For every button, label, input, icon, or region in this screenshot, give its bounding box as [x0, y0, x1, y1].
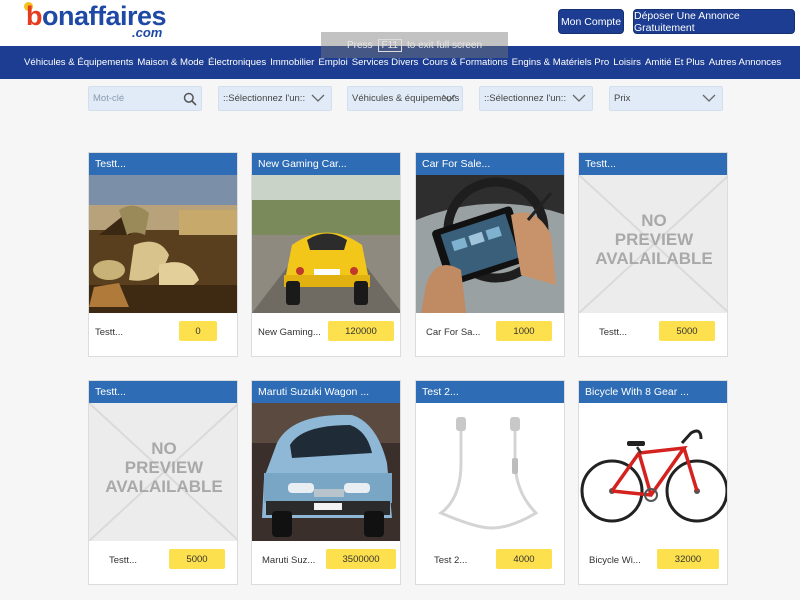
listing-title[interactable]: New Gaming Car... [252, 153, 400, 175]
listing-image[interactable]: NO PREVIEW AVALAILABLE [89, 403, 237, 541]
nav-item-services[interactable]: Services Divers [352, 57, 419, 68]
listing-image[interactable]: NO PREVIEW AVALAILABLE [579, 175, 727, 313]
yellow-sports-car-image [252, 175, 400, 313]
listing-price: 120000 [328, 321, 394, 341]
listing-title[interactable]: Testt... [89, 153, 237, 175]
listing-title[interactable]: Bicycle With 8 Gear ... [579, 381, 727, 403]
logo-initial: b [26, 1, 43, 31]
fullscreen-notice-text: to exit full screen [407, 39, 483, 51]
listing-name[interactable]: Testt... [95, 327, 123, 338]
chevron-down-icon [702, 94, 716, 102]
location-select-value: ::Sélectionnez l'un:: [484, 93, 567, 104]
listing-footer: Bicycle Wi... 32000 [579, 541, 727, 585]
fullscreen-notice-key: F11 [377, 38, 402, 52]
listing-name[interactable]: Car For Sa... [426, 327, 480, 338]
listing-name[interactable]: Bicycle Wi... [589, 555, 641, 566]
listing-price: 32000 [657, 549, 719, 569]
listing-name[interactable]: New Gaming... [258, 327, 321, 338]
listing-title[interactable]: Testt... [579, 153, 727, 175]
subcategory-select-value: ::Sélectionnez l'un:: [223, 93, 306, 104]
category-nav-list: Véhicules & Équipements Maison & Mode Él… [24, 57, 785, 68]
listing-footer: Maruti Suz... 3500000 [252, 541, 400, 585]
no-preview-placeholder: NO PREVIEW AVALAILABLE [89, 403, 237, 541]
listing-title[interactable]: Testt... [89, 381, 237, 403]
listing-card[interactable]: Maruti Suzuki Wagon ... Maruti Suz... 35… [251, 380, 401, 585]
listing-price: 5000 [169, 549, 225, 569]
nav-item-other-ads[interactable]: Autres Annonces [709, 57, 782, 68]
nav-item-electronics[interactable]: Électroniques [208, 57, 266, 68]
nav-item-jobs[interactable]: Emploi [318, 57, 347, 68]
listing-image[interactable] [579, 403, 727, 541]
nav-item-pro-equipment[interactable]: Engins & Matériels Pro [512, 57, 610, 68]
listing-price: 1000 [496, 321, 552, 341]
nav-item-real-estate[interactable]: Immobilier [270, 57, 314, 68]
listing-card[interactable]: Testt... NO PREVIEW AVALAILABLE Testt... 5… [88, 380, 238, 585]
listing-price: 5000 [659, 321, 715, 341]
listing-card[interactable]: Testt... NO PREVIEW AVALAILABLE Testt... 5… [578, 152, 728, 357]
my-account-button[interactable]: Mon Compte [558, 9, 624, 34]
listing-name[interactable]: Testt... [109, 555, 137, 566]
listing-price: 4000 [496, 549, 552, 569]
nav-item-courses[interactable]: Cours & Formations [422, 57, 507, 68]
post-ad-button[interactable]: Déposer Une Annonce Gratuitement [633, 9, 795, 34]
listing-title[interactable]: Car For Sale... [416, 153, 564, 175]
listing-footer: New Gaming... 120000 [252, 313, 400, 357]
listing-name[interactable]: Maruti Suz... [262, 555, 315, 566]
category-select[interactable]: Véhicules & équipements [347, 86, 463, 111]
listing-footer: Car For Sa... 1000 [416, 313, 564, 357]
listing-card[interactable]: Bicycle With 8 Gear ... Bicycle Wi... 32… [578, 380, 728, 585]
site-logo[interactable]: bonaffaires .com [24, 1, 174, 43]
listing-card[interactable]: Car For Sale... Car For Sa... 1000 [415, 152, 565, 357]
listing-name[interactable]: Test 2... [434, 555, 467, 566]
chevron-down-icon [442, 94, 456, 102]
nav-item-friendship[interactable]: Amitié Et Plus [645, 57, 705, 68]
keyword-search-placeholder: Mot-clé [93, 93, 125, 104]
white-earphones-image [416, 403, 564, 541]
nav-item-leisure[interactable]: Loisirs [613, 57, 641, 68]
logo-domain: .com [132, 25, 163, 40]
listing-name[interactable]: Testt... [599, 327, 627, 338]
fullscreen-notice: Press F11 to exit full screen [321, 32, 508, 58]
listing-footer: Testt... 5000 [89, 541, 237, 585]
listing-footer: Test 2... 4000 [416, 541, 564, 585]
no-preview-placeholder: NO PREVIEW AVALAILABLE [579, 175, 727, 313]
nav-item-home-fashion[interactable]: Maison & Mode [137, 57, 204, 68]
listing-image[interactable] [252, 403, 400, 541]
fullscreen-notice-press: Press [346, 39, 373, 51]
location-select[interactable]: ::Sélectionnez l'un:: [479, 86, 593, 111]
keyword-search-input[interactable]: Mot-clé [88, 86, 202, 111]
listing-card[interactable]: New Gaming Car... New Gaming... 120000 [251, 152, 401, 357]
no-preview-text: NO PREVIEW AVALAILABLE [105, 439, 223, 496]
listing-footer: Testt... 5000 [579, 313, 727, 357]
listing-image[interactable] [416, 175, 564, 313]
nav-item-vehicles[interactable]: Véhicules & Équipements [24, 57, 133, 68]
tablet-in-car-image [416, 175, 564, 313]
listing-image[interactable] [89, 175, 237, 313]
chevron-down-icon [572, 94, 586, 102]
listing-image[interactable] [252, 175, 400, 313]
listing-price: 0 [179, 321, 217, 341]
price-select[interactable]: Prix [609, 86, 723, 111]
listing-title[interactable]: Maruti Suzuki Wagon ... [252, 381, 400, 403]
blue-hatchback-car-image [252, 403, 400, 541]
listing-title[interactable]: Test 2... [416, 381, 564, 403]
no-preview-text: NO PREVIEW AVALAILABLE [595, 211, 713, 268]
subcategory-select[interactable]: ::Sélectionnez l'un:: [218, 86, 332, 111]
listing-image[interactable] [416, 403, 564, 541]
search-filters: Mot-clé ::Sélectionnez l'un:: Véhicules … [0, 86, 800, 112]
search-icon[interactable] [183, 92, 197, 106]
chevron-down-icon [311, 94, 325, 102]
red-bicycle-image [579, 403, 727, 541]
listing-card[interactable]: Testt... Testt... 0 [88, 152, 238, 357]
price-select-value: Prix [614, 93, 631, 104]
melting-clocks-painting-image [89, 175, 237, 313]
listing-price: 3500000 [326, 549, 396, 569]
listing-footer: Testt... 0 [89, 313, 237, 357]
listing-card[interactable]: Test 2... Test 2... 4000 [415, 380, 565, 585]
